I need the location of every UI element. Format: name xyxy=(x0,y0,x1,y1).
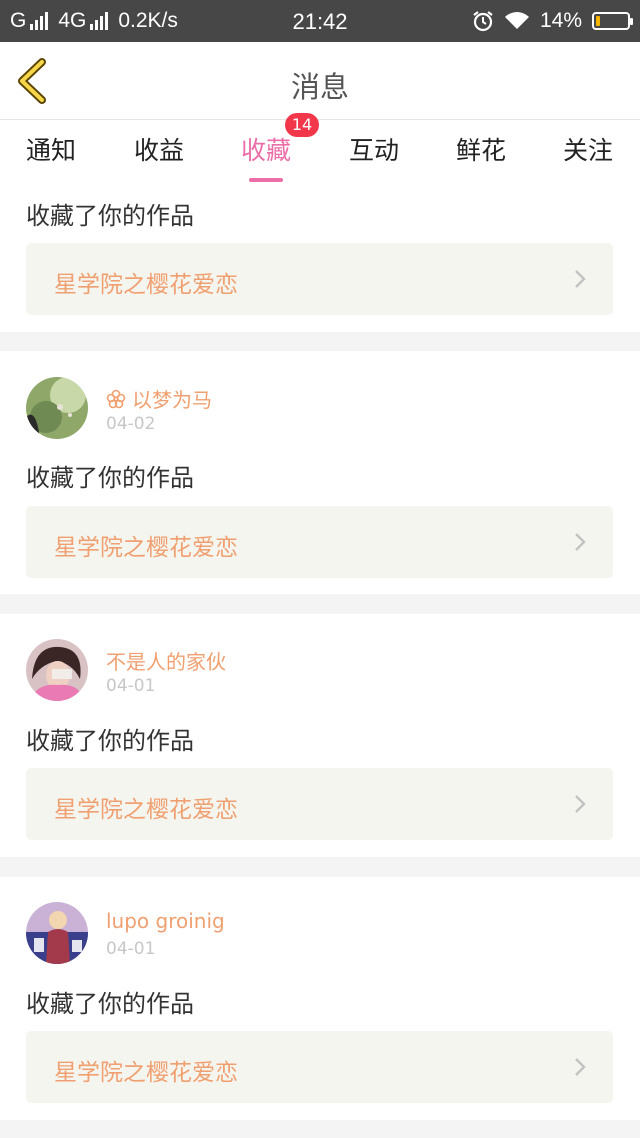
tab-income[interactable]: 收益 xyxy=(109,131,209,167)
work-title: 星学院之樱花爱恋 xyxy=(54,1060,238,1086)
tab-interaction[interactable]: 互动 xyxy=(324,131,424,167)
notification-date: 04-01 xyxy=(106,939,156,959)
battery-level xyxy=(596,16,600,26)
notification-date: 04-01 xyxy=(106,676,156,696)
notification-card: 以梦为马 04-02 收藏了你的作品 星学院之樱花爱恋 xyxy=(0,351,640,594)
avatar[interactable] xyxy=(26,902,88,964)
notification-action: 收藏了你的作品 xyxy=(26,202,194,230)
username[interactable]: 以梦为马 xyxy=(106,384,212,413)
alarm-icon xyxy=(473,11,493,32)
chevron-right-icon xyxy=(575,795,586,813)
flower-icon xyxy=(106,389,126,409)
avatar[interactable] xyxy=(26,639,88,701)
notification-action: 收藏了你的作品 xyxy=(26,464,194,492)
notification-card: 收藏了你的作品 星学院之樱花爱恋 xyxy=(0,182,640,332)
username[interactable]: 不是人的家伙 xyxy=(106,646,226,675)
tab-flowers[interactable]: 鲜花 xyxy=(431,131,531,167)
work-title: 星学院之樱花爱恋 xyxy=(54,535,238,561)
username[interactable]: lupo groinig xyxy=(106,909,225,933)
chevron-right-icon xyxy=(575,1058,586,1076)
battery-percent: 14% xyxy=(539,9,582,32)
notification-card: 不是人的家伙 04-01 收藏了你的作品 星学院之樱花爱恋 xyxy=(0,614,640,857)
unread-badge: 14 xyxy=(285,113,319,137)
chevron-right-icon xyxy=(575,270,586,288)
work-title: 星学院之樱花爱恋 xyxy=(54,797,238,823)
tab-follow[interactable]: 关注 xyxy=(538,131,638,167)
chevron-right-icon xyxy=(575,533,586,551)
notification-card: lupo groinig 04-01 收藏了你的作品 星学院之樱花爱恋 xyxy=(0,877,640,1120)
tab-bar: 通知 收益 收藏 互动 鲜花 关注 xyxy=(0,120,640,182)
tab-notice[interactable]: 通知 xyxy=(1,131,101,167)
tab-label: 关注 xyxy=(562,136,613,165)
tab-label: 收益 xyxy=(133,136,184,165)
avatar[interactable] xyxy=(26,377,88,439)
username-label: 以梦为马 xyxy=(132,388,212,412)
work-link[interactable]: 星学院之樱花爱恋 xyxy=(26,243,613,315)
tab-label: 通知 xyxy=(25,136,76,165)
notification-action: 收藏了你的作品 xyxy=(26,727,194,755)
notification-date: 04-02 xyxy=(106,414,156,434)
nav-header: 消息 xyxy=(0,42,640,120)
work-title: 星学院之樱花爱恋 xyxy=(54,272,238,298)
page-title: 消息 xyxy=(290,70,349,104)
tab-label: 互动 xyxy=(348,136,399,165)
notification-action: 收藏了你的作品 xyxy=(26,990,194,1018)
tab-label: 收藏 xyxy=(240,136,291,165)
work-link[interactable]: 星学院之樱花爱恋 xyxy=(26,506,613,578)
work-link[interactable]: 星学院之樱花爱恋 xyxy=(26,1031,613,1103)
tab-label: 鲜花 xyxy=(455,136,506,165)
work-link[interactable]: 星学院之樱花爱恋 xyxy=(26,768,613,840)
wifi-icon xyxy=(504,12,529,29)
status-bar: G 4G 0.2K/s 21:42 14% xyxy=(0,0,640,42)
battery-icon xyxy=(592,12,633,30)
status-right: 14% xyxy=(472,9,633,33)
